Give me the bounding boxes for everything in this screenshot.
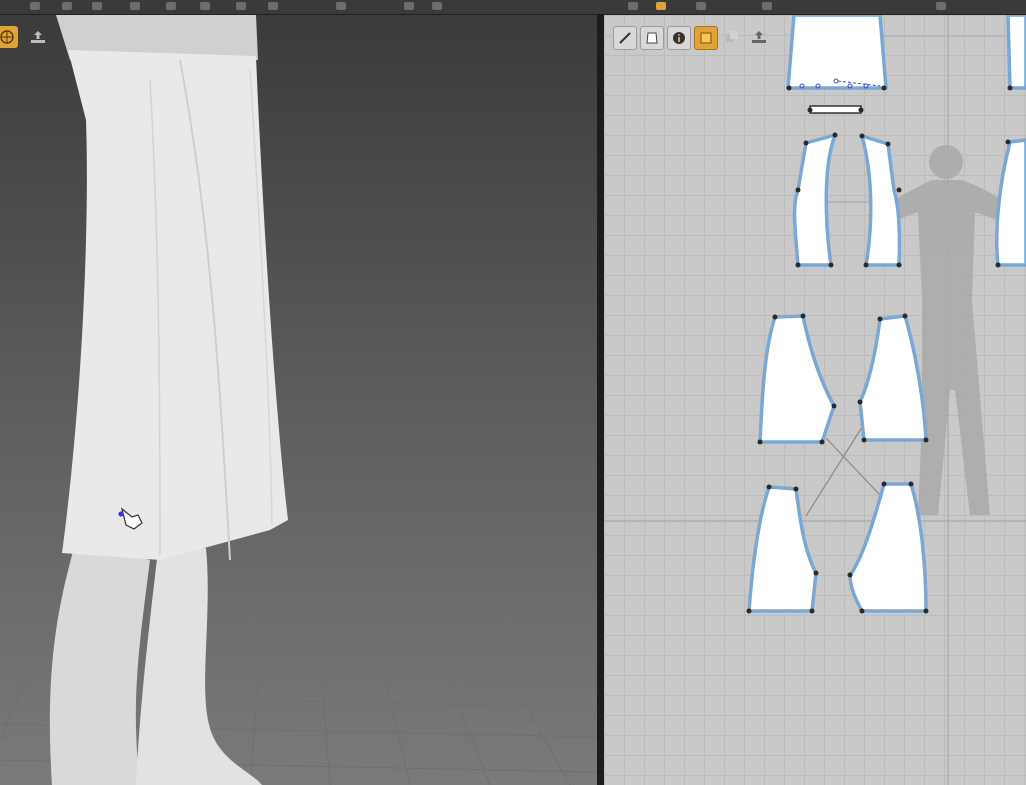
pattern-piece-front-left[interactable] [758, 314, 836, 444]
sew-icon[interactable] [236, 2, 246, 10]
top-toolbar [0, 0, 1026, 15]
3d-viewport[interactable] [0, 15, 597, 785]
rotate-icon[interactable] [92, 2, 102, 10]
2d-pattern-viewport[interactable] [604, 15, 1026, 785]
cursor-icon[interactable] [30, 2, 40, 10]
scale-icon[interactable] [130, 2, 140, 10]
measure-icon[interactable] [404, 2, 414, 10]
pattern-piece-back-left[interactable] [747, 485, 818, 613]
pattern-piece-bodice-right[interactable] [860, 134, 902, 267]
fit-icon[interactable] [696, 2, 706, 10]
globe-display-icon[interactable] [0, 26, 18, 48]
transform-icon[interactable] [200, 2, 210, 10]
export-icon[interactable] [27, 26, 49, 48]
avatar-right-leg [136, 548, 262, 785]
avatar-icon[interactable] [762, 2, 772, 10]
zoom-icon[interactable] [656, 2, 666, 10]
sim-icon[interactable] [936, 2, 946, 10]
viewport-divider[interactable] [597, 14, 604, 785]
select-icon[interactable] [166, 2, 176, 10]
fold-icon[interactable] [268, 2, 278, 10]
garment-display-icon[interactable] [640, 26, 664, 50]
pattern-piece-strap[interactable] [809, 105, 862, 114]
pattern-piece-partial[interactable] [995, 138, 1026, 267]
redo-icon[interactable] [628, 2, 638, 10]
undo-icon[interactable] [432, 2, 442, 10]
3d-scene [0, 15, 597, 785]
pattern-piece-waistband[interactable] [786, 15, 888, 90]
pattern-canvas [604, 15, 1026, 785]
line-pen-icon[interactable] [613, 26, 637, 50]
pattern-piece-partial[interactable] [1006, 15, 1026, 90]
avatar-left-leg [49, 540, 150, 785]
pin-icon[interactable] [336, 2, 346, 10]
move-icon[interactable] [62, 2, 72, 10]
texture-icon[interactable] [694, 26, 718, 50]
layout-icon[interactable] [721, 26, 743, 48]
info-icon[interactable] [667, 26, 691, 50]
export-icon[interactable] [748, 26, 770, 48]
pattern-piece-bodice-left[interactable] [792, 133, 837, 267]
pattern-piece-front-right[interactable] [858, 314, 928, 442]
pattern-piece-back-right[interactable] [848, 482, 928, 613]
